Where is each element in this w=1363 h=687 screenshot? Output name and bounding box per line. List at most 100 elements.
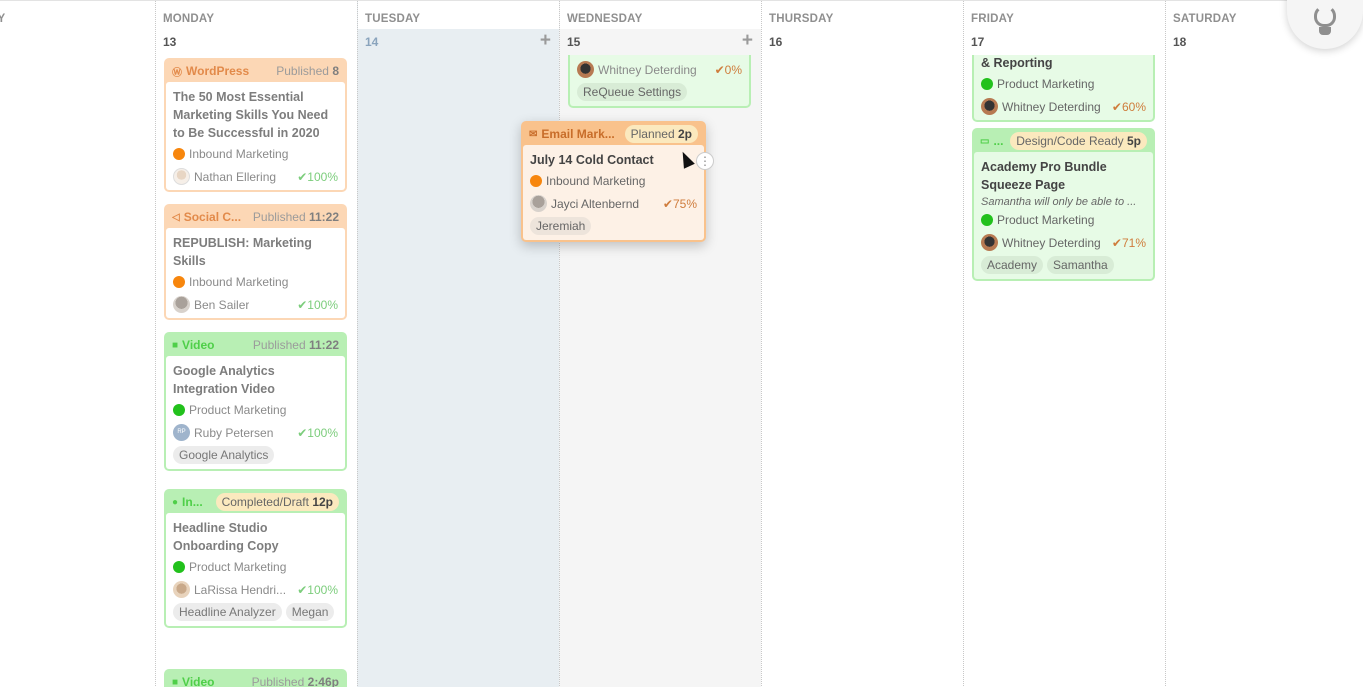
card-note: Samantha will only be able to ... <box>981 196 1137 208</box>
progress-label: ✔100% <box>297 169 338 184</box>
avatar <box>577 61 594 78</box>
content-card[interactable]: & Reporting Product Marketing Whitney De… <box>972 55 1155 122</box>
avatar <box>981 234 998 251</box>
status-label: Published 2:46p <box>251 675 339 687</box>
content-card[interactable]: ● In... Completed/Draft 12p Headline Stud… <box>164 489 347 628</box>
day-column-wednesday[interactable]: WEDNESDAY 15 + Whitney Deterding ✔0% ReQu… <box>559 1 761 687</box>
owner-name: Nathan Ellering <box>194 169 277 184</box>
content-type: WordPress <box>186 64 250 78</box>
day-number: 15 <box>567 35 581 49</box>
content-type: Social C... <box>183 210 242 224</box>
content-card[interactable]: Ⓦ WordPress Published 8 The 50 Most Essen… <box>164 58 347 192</box>
category-label: Product Marketing <box>997 76 1095 91</box>
category-dot <box>173 147 185 160</box>
day-name: TUESDAY <box>365 13 421 25</box>
content-card[interactable]: ▭... Design/Code Ready 5p Academy Pro Bu… <box>972 128 1155 281</box>
day-number: 17 <box>971 35 985 49</box>
day-column-sunday: AY <box>0 1 155 687</box>
add-content-button[interactable]: + <box>742 31 753 50</box>
avatar <box>981 98 998 115</box>
avatar <box>173 581 190 598</box>
progress-label: ✔100% <box>297 582 338 597</box>
video-camera-icon: ■ <box>172 339 179 351</box>
content-card[interactable]: ■ Video Published 2:46p <box>164 669 347 687</box>
card-title: July 14 Cold Contact <box>530 153 654 167</box>
day-column-tuesday[interactable]: TUESDAY 14 + <box>357 1 559 687</box>
progress-label: ✔71% <box>1111 235 1146 250</box>
wordpress-icon: Ⓦ <box>172 67 182 79</box>
card-title: REPUBLISH: Marketing Skills <box>173 236 312 268</box>
dragging-content-card[interactable]: ✉ Email Mark... Planned 2p July 14 Cold C… <box>521 121 714 242</box>
status-label: Design/Code Ready 5p <box>1010 132 1147 150</box>
tag[interactable]: Google Analytics <box>173 446 275 464</box>
lightbulb-icon <box>1314 5 1336 39</box>
category-dot <box>173 403 185 416</box>
category-dot <box>173 275 185 288</box>
category-label: Product Marketing <box>997 212 1095 227</box>
progress-label: ✔0% <box>714 62 742 77</box>
content-type: In... <box>182 495 203 509</box>
category-dot <box>981 213 993 226</box>
category-label: Inbound Marketing <box>189 274 289 289</box>
week-calendar: AY MONDAY 13 Ⓦ WordPress Published 8 The … <box>0 0 1363 687</box>
category-label: Product Marketing <box>189 559 287 574</box>
day-number: 14 <box>365 35 379 49</box>
status-label: Published 11:22 <box>252 210 339 224</box>
tag[interactable]: Megan <box>285 603 335 621</box>
owner-name: Jayci Altenbernd <box>551 196 640 211</box>
progress-label: ✔75% <box>662 196 697 211</box>
status-label: Planned 2p <box>624 125 698 143</box>
tag[interactable]: Headline Analyzer <box>173 603 282 621</box>
tag[interactable]: Academy <box>981 256 1044 274</box>
day-number: 18 <box>1173 35 1187 49</box>
tag[interactable]: Jeremiah <box>530 217 592 235</box>
megaphone-icon: ◁ <box>172 211 180 223</box>
content-type: Video <box>182 675 215 687</box>
owner-name: Ruby Petersen <box>194 425 274 440</box>
day-number: 16 <box>769 35 783 49</box>
content-card[interactable]: Whitney Deterding ✔0% ReQueue Settings <box>568 55 751 108</box>
add-content-button[interactable]: + <box>540 31 551 50</box>
day-column-thursday[interactable]: THURSDAY 16 <box>761 1 963 687</box>
envelope-icon: ✉ <box>529 128 538 140</box>
card-title: & Reporting <box>981 56 1053 70</box>
avatar <box>173 296 190 313</box>
day-column-friday[interactable]: FRIDAY 17 & Reporting Product Marketing … <box>963 1 1165 687</box>
day-name: AY <box>0 13 6 25</box>
avatar <box>530 195 547 212</box>
progress-label: ✔60% <box>1111 99 1146 114</box>
content-type: Email Mark... <box>541 127 615 141</box>
day-name: THURSDAY <box>769 13 834 25</box>
chat-bubble-icon: ● <box>172 496 179 508</box>
day-column-saturday[interactable]: SATURDAY 18 <box>1165 1 1363 687</box>
owner-name: LaRissa Hendri... <box>194 582 287 597</box>
status-label: Published 11:22 <box>252 338 339 352</box>
progress-label: ✔100% <box>297 425 338 440</box>
day-name: FRIDAY <box>971 13 1014 25</box>
card-title: Academy Pro Bundle Squeeze Page <box>981 160 1107 192</box>
category-dot <box>530 174 542 187</box>
category-label: Inbound Marketing <box>189 146 289 161</box>
tag[interactable]: Samantha <box>1047 256 1114 274</box>
avatar <box>173 168 190 185</box>
progress-label: ✔100% <box>297 297 338 312</box>
avatar: RP <box>173 424 190 441</box>
content-card[interactable]: ■ Video Published 11:22 Google Analytics … <box>164 332 347 471</box>
category-dot <box>981 77 993 90</box>
owner-name: Whitney Deterding <box>1002 235 1101 250</box>
content-type: Video <box>182 338 215 352</box>
owner-name: Whitney Deterding <box>598 62 697 77</box>
owner-name: Whitney Deterding <box>1002 99 1101 114</box>
content-card[interactable]: ◁ Social C... Published 11:22 REPUBLISH: … <box>164 204 347 320</box>
tag[interactable]: ReQueue Settings <box>577 83 688 101</box>
card-title: Headline Studio Onboarding Copy <box>173 521 279 553</box>
day-column-monday: MONDAY 13 Ⓦ WordPress Published 8 The 50 … <box>155 1 357 687</box>
category-dot <box>173 560 185 573</box>
content-type: ... <box>993 134 1004 148</box>
day-name: SATURDAY <box>1173 13 1237 25</box>
more-options-button[interactable]: ⋮ <box>696 152 714 170</box>
card-title: Google Analytics Integration Video <box>173 364 275 396</box>
status-label: Published 8 <box>276 64 339 78</box>
day-name: WEDNESDAY <box>567 13 643 25</box>
category-label: Product Marketing <box>189 402 287 417</box>
